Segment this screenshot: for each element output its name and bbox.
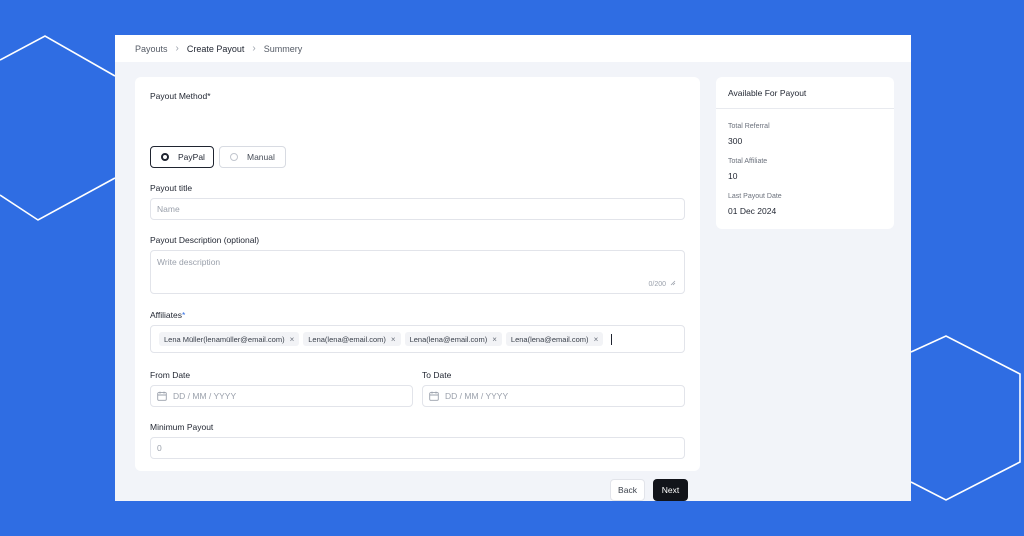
panel-title: Available For Payout	[728, 88, 807, 98]
stat-label-total-affiliate: Total Affiliate	[728, 158, 768, 165]
chevron-right-icon: ›	[252, 43, 256, 54]
affiliate-chip: Lena Müller(lenamüller@email.com) ×	[159, 332, 300, 346]
affiliates-label: Affiliates*	[150, 310, 186, 320]
chevron-right-icon: ›	[175, 43, 179, 54]
stat-value-total-referral: 300	[728, 136, 743, 146]
app-window: Payouts › Create Payout › Summery Payout…	[115, 35, 911, 501]
affiliate-chip: Lena(lena@email.com) ×	[303, 332, 401, 346]
close-icon[interactable]: ×	[594, 335, 599, 344]
close-icon[interactable]: ×	[492, 335, 497, 344]
payout-title-label: Payout title	[150, 183, 193, 193]
radio-unselected-icon	[230, 153, 238, 161]
back-button[interactable]: Back	[610, 479, 645, 501]
payout-method-label: Payout Method*	[150, 91, 211, 101]
payout-description-label: Payout Description (optional)	[150, 235, 260, 245]
character-counter: 0/200	[649, 280, 676, 288]
affiliate-chip: Lena(lena@email.com) ×	[404, 332, 502, 346]
breadcrumb-payouts[interactable]: Payouts	[135, 44, 168, 54]
payout-title-input[interactable]: Name	[150, 198, 685, 220]
stat-label-last-payout-date: Last Payout Date	[728, 193, 782, 200]
to-date-label: To Date	[422, 370, 452, 380]
minimum-payout-label: Minimum Payout	[150, 422, 214, 432]
calendar-icon	[429, 391, 439, 401]
resize-handle-icon	[670, 280, 676, 286]
breadcrumb: Payouts › Create Payout › Summery	[115, 35, 911, 62]
text-cursor	[611, 333, 613, 345]
close-icon[interactable]: ×	[290, 335, 295, 344]
to-date-input[interactable]: DD / MM / YYYY	[422, 385, 685, 407]
radio-selected-icon	[161, 153, 169, 161]
next-button[interactable]: Next	[653, 479, 688, 501]
payout-description-textarea[interactable]: Write description 0/200	[150, 250, 685, 294]
payout-method-manual[interactable]: Manual	[219, 146, 286, 168]
divider	[716, 108, 894, 109]
available-for-payout-panel: Available For Payout Total Referral 300 …	[716, 77, 894, 229]
from-date-input[interactable]: DD / MM / YYYY	[150, 385, 413, 407]
stat-value-last-payout-date: 01 Dec 2024	[728, 206, 777, 216]
breadcrumb-summery[interactable]: Summery	[264, 44, 303, 54]
breadcrumb-create-payout[interactable]: Create Payout	[187, 44, 245, 54]
minimum-payout-input[interactable]: 0	[150, 437, 685, 459]
affiliates-multiselect[interactable]: Lena Müller(lenamüller@email.com) × Lena(…	[150, 325, 685, 353]
from-date-label: From Date	[150, 370, 191, 380]
stat-label-total-referral: Total Referral	[728, 123, 770, 130]
stat-value-total-affiliate: 10	[728, 171, 738, 181]
payout-form-card: Payout Method* PayPal Manual Payout titl…	[135, 77, 700, 501]
close-icon[interactable]: ×	[391, 335, 396, 344]
calendar-icon	[157, 391, 167, 401]
affiliate-chip: Lena(lena@email.com) ×	[505, 332, 604, 346]
payout-method-paypal[interactable]: PayPal	[150, 146, 214, 168]
